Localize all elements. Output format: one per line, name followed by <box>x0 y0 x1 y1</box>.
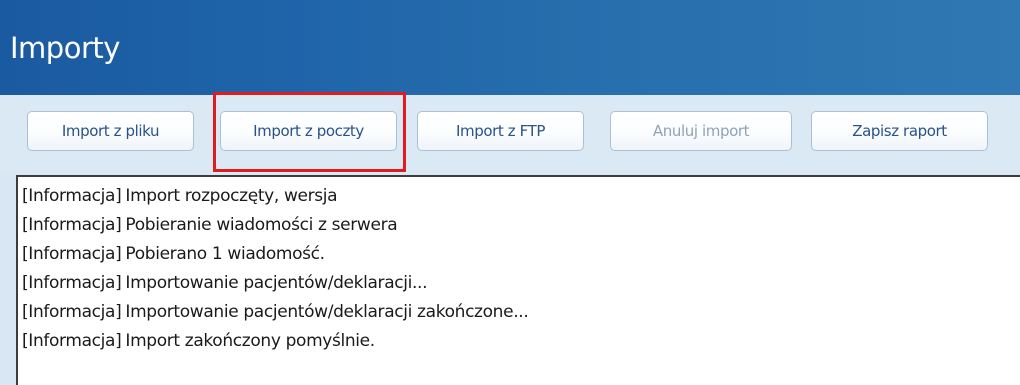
import-from-mail-button[interactable]: Import z poczty <box>220 111 397 151</box>
log-message: Import rozpoczęty, wersja <box>125 186 338 206</box>
log-line: [Informacja] Importowanie pacjentów/dekla… <box>22 269 1020 298</box>
log-tag: [Informacja] <box>22 244 122 264</box>
header-bar: Importy <box>0 0 1020 95</box>
save-report-button[interactable]: Zapisz raport <box>811 111 988 151</box>
log-message: Import zakończony pomyślnie. <box>125 331 375 351</box>
log-line: [Informacja] Importowanie pacjentów/dekla… <box>22 298 1020 327</box>
log-tag: [Informacja] <box>22 215 122 235</box>
log-tag: [Informacja] <box>22 186 122 206</box>
log-message: Importowanie pacjentów/deklaracji... <box>125 273 428 293</box>
log-line: [Informacja] Pobieranie wiadomości z serw… <box>22 211 1020 240</box>
log-message: Importowanie pacjentów/deklaracji zakońc… <box>125 302 529 322</box>
log-tag: [Informacja] <box>22 331 122 351</box>
log-line: [Informacja] Import zakończony pomyślnie. <box>22 327 1020 356</box>
log-panel[interactable]: [Informacja] Import rozpoczęty, wersja [I… <box>16 175 1020 385</box>
log-line: [Informacja] Import rozpoczęty, wersja <box>22 182 1020 211</box>
log-line: [Informacja] Pobierano 1 wiadomość. <box>22 240 1020 269</box>
cancel-import-button[interactable]: Anuluj import <box>610 111 792 151</box>
log-message: Pobierano 1 wiadomość. <box>125 244 325 264</box>
import-from-file-button[interactable]: Import z pliku <box>27 111 194 151</box>
log-tag: [Informacja] <box>22 302 122 322</box>
log-tag: [Informacja] <box>22 273 122 293</box>
log-message: Pobieranie wiadomości z serwera <box>125 215 398 235</box>
import-from-ftp-button[interactable]: Import z FTP <box>417 111 584 151</box>
page-title: Importy <box>10 31 120 65</box>
